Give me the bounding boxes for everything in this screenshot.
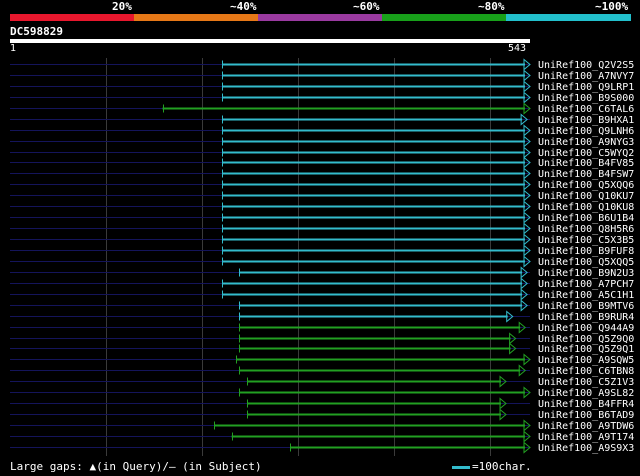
- hit-row[interactable]: UniRef100_B4FSW7: [10, 167, 634, 181]
- hit-label[interactable]: UniRef100_Q9LRP1: [538, 82, 634, 93]
- hit-label[interactable]: UniRef100_Q2V2S5: [538, 60, 634, 71]
- hit-row[interactable]: UniRef100_B9HXA1: [10, 113, 634, 127]
- hit-label[interactable]: UniRef100_A9S9X3: [538, 443, 634, 454]
- hit-row[interactable]: UniRef100_C5Z1V3: [10, 375, 634, 389]
- hit-row[interactable]: UniRef100_Q5XQQ6: [10, 178, 634, 192]
- hit-row[interactable]: UniRef100_C6TBN8: [10, 364, 634, 378]
- hit-label[interactable]: UniRef100_Q8H5R6: [538, 224, 634, 235]
- hit-row[interactable]: UniRef100_Q10KU8: [10, 200, 634, 214]
- hit-label[interactable]: UniRef100_Q9LNH6: [538, 126, 634, 137]
- hit-row[interactable]: UniRef100_B9FUF8: [10, 244, 634, 258]
- hit-label[interactable]: UniRef100_B6U1B4: [538, 213, 634, 224]
- hit-row[interactable]: UniRef100_Q5XQQ5: [10, 255, 634, 269]
- hit-row[interactable]: UniRef100_B4FV85: [10, 156, 634, 170]
- scale-legend-text: =100char.: [472, 460, 532, 473]
- hit-label[interactable]: UniRef100_A9SQW5: [538, 355, 634, 366]
- scale-swatch: [452, 465, 470, 469]
- hit-label[interactable]: UniRef100_Q944A9: [538, 323, 634, 334]
- hit-label[interactable]: UniRef100_B4FSW7: [538, 169, 634, 180]
- hit-row[interactable]: UniRef100_Q10KU7: [10, 189, 634, 203]
- hit-row[interactable]: UniRef100_A7NVY7: [10, 69, 634, 83]
- hit-label[interactable]: UniRef100_B4FFR4: [538, 399, 634, 410]
- hit-row[interactable]: UniRef100_B6TAD9: [10, 408, 634, 422]
- hit-row[interactable]: UniRef100_C5X3B5: [10, 233, 634, 247]
- hit-row[interactable]: UniRef100_A9SL82: [10, 386, 634, 400]
- hit-label[interactable]: UniRef100_B9N2U3: [538, 268, 634, 279]
- hit-label[interactable]: UniRef100_Q5XQQ6: [538, 180, 634, 191]
- hit-label[interactable]: UniRef100_C6TBN8: [538, 366, 634, 377]
- hit-row[interactable]: UniRef100_A9NYG3: [10, 135, 634, 149]
- hit-row[interactable]: UniRef100_A9T174: [10, 430, 634, 444]
- hit-row[interactable]: UniRef100_C6TAL6: [10, 102, 634, 116]
- hit-row[interactable]: UniRef100_Q8H5R6: [10, 222, 634, 236]
- hit-label[interactable]: UniRef100_A7NVY7: [538, 71, 634, 82]
- hit-row[interactable]: UniRef100_A9SQW5: [10, 353, 634, 367]
- hit-label[interactable]: UniRef100_A9TDW6: [538, 421, 634, 432]
- hit-row[interactable]: UniRef100_B6U1B4: [10, 211, 634, 225]
- hit-label[interactable]: UniRef100_Q5Z9Q1: [538, 344, 634, 355]
- hit-row[interactable]: UniRef100_B9S000: [10, 91, 634, 105]
- hit-label[interactable]: UniRef100_B9S000: [538, 93, 634, 104]
- hit-label[interactable]: UniRef100_A5C1H1: [538, 290, 634, 301]
- hit-label[interactable]: UniRef100_C5Z1V3: [538, 377, 634, 388]
- gap-legend: Large gaps: ▲(in Query)/– (in Subject): [10, 460, 262, 473]
- hit-row[interactable]: UniRef100_B9MTV6: [10, 299, 634, 313]
- hit-row[interactable]: UniRef100_A9TDW6: [10, 419, 634, 433]
- hit-label[interactable]: UniRef100_A9SL82: [538, 388, 634, 399]
- hit-row[interactable]: UniRef100_A7PCH7: [10, 277, 634, 291]
- hit-row[interactable]: UniRef100_Q2V2S5: [10, 58, 634, 72]
- hit-row[interactable]: UniRef100_Q9LNH6: [10, 124, 634, 138]
- hits-alignment-map: UniRef100_Q2V2S5UniRef100_A7NVY7UniRef10…: [10, 58, 634, 456]
- hit-label[interactable]: UniRef100_Q5XQQ5: [538, 257, 634, 268]
- hit-row[interactable]: UniRef100_A9S9X3: [10, 441, 634, 455]
- hit-label[interactable]: UniRef100_B6TAD9: [538, 410, 634, 421]
- hit-row[interactable]: UniRef100_Q944A9: [10, 321, 634, 335]
- hit-label[interactable]: UniRef100_Q10KU7: [538, 191, 634, 202]
- scale-legend: =100char.: [452, 461, 532, 473]
- hit-row[interactable]: UniRef100_B9N2U3: [10, 266, 634, 280]
- hit-row[interactable]: UniRef100_B9RUR4: [10, 310, 634, 324]
- hit-label[interactable]: UniRef100_B9RUR4: [538, 312, 634, 323]
- hit-label[interactable]: UniRef100_B9MTV6: [538, 301, 634, 312]
- hit-label[interactable]: UniRef100_B9HXA1: [538, 115, 634, 126]
- hit-label[interactable]: UniRef100_Q10KU8: [538, 202, 634, 213]
- hit-row[interactable]: UniRef100_Q9LRP1: [10, 80, 634, 94]
- hit-label[interactable]: UniRef100_A7PCH7: [538, 279, 634, 290]
- hit-label[interactable]: UniRef100_A9T174: [538, 432, 634, 443]
- hit-label[interactable]: UniRef100_B9FUF8: [538, 246, 634, 257]
- hit-label[interactable]: UniRef100_A9NYG3: [538, 137, 634, 148]
- hit-label[interactable]: UniRef100_C6TAL6: [538, 104, 634, 115]
- hit-row[interactable]: UniRef100_B4FFR4: [10, 397, 634, 411]
- hit-label[interactable]: UniRef100_B4FV85: [538, 158, 634, 169]
- hit-label[interactable]: UniRef100_C5X3B5: [538, 235, 634, 246]
- hit-row[interactable]: UniRef100_Q5Z9Q1: [10, 342, 634, 356]
- hit-row[interactable]: UniRef100_A5C1H1: [10, 288, 634, 302]
